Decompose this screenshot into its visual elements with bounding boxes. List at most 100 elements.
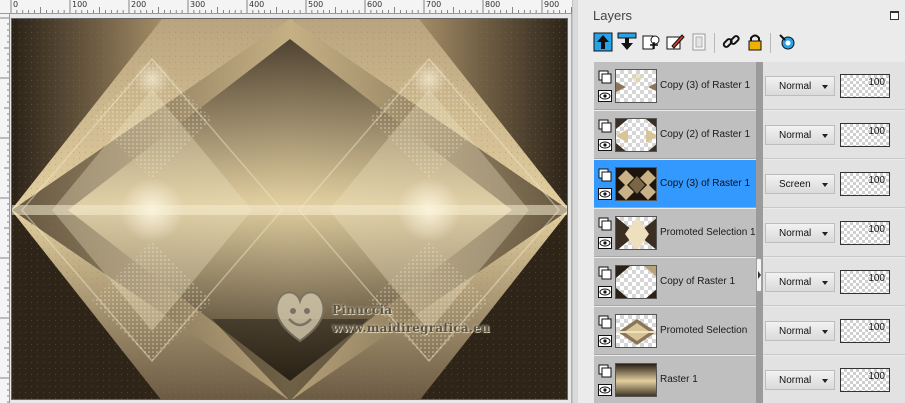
opacity-field[interactable]: 100 [840, 270, 890, 294]
link-button[interactable] [720, 30, 742, 54]
watermark-name: Pinuccia [332, 303, 393, 317]
visibility-eye-icon[interactable] [598, 286, 612, 298]
layer-thumbnail [615, 118, 657, 152]
layer-row[interactable]: Raster 1 Normal 100 [594, 356, 905, 403]
ruler-top: 0 100 200 300 400 500 600 700 800 900 [0, 0, 572, 14]
layer-thumbnail [615, 265, 657, 299]
opacity-value: 100 [868, 371, 885, 382]
layer-name: Raster 1 [660, 374, 698, 385]
lock-button[interactable] [744, 30, 766, 54]
blend-mode-value: Normal [779, 375, 812, 386]
layer-properties: Normal 100 [763, 111, 905, 159]
opacity-field[interactable]: 100 [840, 172, 890, 196]
opacity-value: 100 [868, 126, 885, 137]
blend-mode-dropdown[interactable]: Screen [765, 174, 835, 194]
opacity-field[interactable]: 100 [840, 319, 890, 343]
layer-properties: Screen 100 [763, 160, 905, 208]
layer-info[interactable]: Copy (2) of Raster 1 [594, 111, 756, 159]
opacity-field[interactable]: 100 [840, 221, 890, 245]
opacity-field[interactable]: 100 [840, 123, 890, 147]
layer-properties: Normal 100 [763, 356, 905, 403]
layer-divider [756, 209, 763, 258]
layer-thumbnail [615, 69, 657, 103]
blend-mode-value: Normal [779, 130, 812, 141]
layer-info[interactable]: Copy of Raster 1 [594, 258, 756, 306]
layer-info[interactable]: Promoted Selection 1 [594, 209, 756, 257]
layer-thumbnail [615, 363, 657, 397]
visibility-eye-icon[interactable] [598, 139, 612, 151]
layer-name: Copy (3) of Raster 1 [660, 80, 751, 91]
edit-layer-button[interactable] [664, 30, 686, 54]
canvas-area[interactable]: 0 100 200 300 400 500 600 700 800 900 Pi… [0, 0, 572, 403]
watermark: Pinuccia www.maidiregrafica.eu [267, 281, 527, 361]
image-canvas[interactable]: Pinuccia www.maidiregrafica.eu [11, 18, 568, 400]
layer-type-icon [598, 364, 612, 378]
blend-mode-value: Normal [779, 277, 812, 288]
layer-name: Copy of Raster 1 [660, 276, 736, 287]
group-button[interactable] [776, 30, 798, 54]
layer-row[interactable]: Copy (3) of Raster 1 Screen 100 [594, 160, 905, 209]
group-icon [779, 34, 795, 50]
layer-properties: Normal 100 [763, 307, 905, 355]
layer-divider [756, 62, 763, 111]
opacity-value: 100 [868, 322, 885, 333]
layer-name: Copy (3) of Raster 1 [660, 178, 751, 189]
maximize-button[interactable] [890, 11, 899, 20]
ruler-left-ticks [0, 17, 9, 403]
layer-type-icon [598, 217, 612, 231]
layer-info[interactable]: Raster 1 [594, 356, 756, 403]
layer-row[interactable]: Copy of Raster 1 Normal 100 [594, 258, 905, 307]
blend-mode-dropdown[interactable]: Normal [765, 370, 835, 390]
layer-thumbnail [615, 216, 657, 250]
chevron-down-icon [822, 281, 828, 285]
blend-mode-value: Normal [779, 228, 812, 239]
visibility-eye-icon[interactable] [598, 188, 612, 200]
toolbar-separator [770, 33, 771, 53]
layer-name: Promoted Selection 1 [660, 227, 756, 238]
mask-button[interactable] [688, 30, 710, 54]
chevron-down-icon [822, 379, 828, 383]
blend-mode-dropdown[interactable]: Normal [765, 272, 835, 292]
visibility-eye-icon[interactable] [598, 384, 612, 396]
layer-thumbnail [615, 314, 657, 348]
blend-mode-value: Normal [779, 326, 812, 337]
new-layer-button[interactable] [640, 30, 662, 54]
layer-info[interactable]: Copy (3) of Raster 1 [594, 160, 756, 208]
link-icon [722, 35, 740, 48]
blend-mode-dropdown[interactable]: Normal [765, 125, 835, 145]
panel-collapse-handle[interactable] [756, 258, 762, 292]
layer-properties: Normal 100 [763, 258, 905, 306]
layer-divider [756, 111, 763, 160]
chevron-down-icon [822, 85, 828, 89]
layer-info[interactable]: Copy (3) of Raster 1 [594, 62, 756, 110]
lock-icon [748, 34, 762, 51]
layer-row[interactable]: Promoted Selection 1 Normal 100 [594, 209, 905, 258]
layers-panel: Layers Copy (3) of Raster 1 Normal 100 C… [578, 0, 905, 403]
panel-title: Layers [593, 8, 633, 23]
visibility-eye-icon[interactable] [598, 335, 612, 347]
heart-smiley-logo [275, 291, 325, 343]
layer-row[interactable]: Promoted Selection Normal 100 [594, 307, 905, 356]
layer-info[interactable]: Promoted Selection [594, 307, 756, 355]
move-layer-up-button[interactable] [592, 30, 614, 54]
layer-row[interactable]: Copy (3) of Raster 1 Normal 100 [594, 62, 905, 111]
ruler-left [0, 14, 10, 403]
blend-mode-dropdown[interactable]: Normal [765, 76, 835, 96]
layer-type-icon [598, 70, 612, 84]
blend-mode-dropdown[interactable]: Normal [765, 223, 835, 243]
panel-header: Layers [578, 0, 905, 28]
layer-name: Promoted Selection [660, 325, 748, 336]
layer-properties: Normal 100 [763, 209, 905, 257]
visibility-eye-icon[interactable] [598, 90, 612, 102]
blend-mode-dropdown[interactable]: Normal [765, 321, 835, 341]
layer-row[interactable]: Copy (2) of Raster 1 Normal 100 [594, 111, 905, 160]
new-layer-icon [642, 35, 660, 50]
layers-toolbar [592, 30, 892, 58]
opacity-field[interactable]: 100 [840, 74, 890, 98]
watermark-url: www.maidiregrafica.eu [332, 321, 490, 335]
move-layer-down-icon [617, 32, 637, 50]
visibility-eye-icon[interactable] [598, 237, 612, 249]
move-layer-down-button[interactable] [616, 30, 638, 54]
opacity-field[interactable]: 100 [840, 368, 890, 392]
layer-type-icon [598, 168, 612, 182]
